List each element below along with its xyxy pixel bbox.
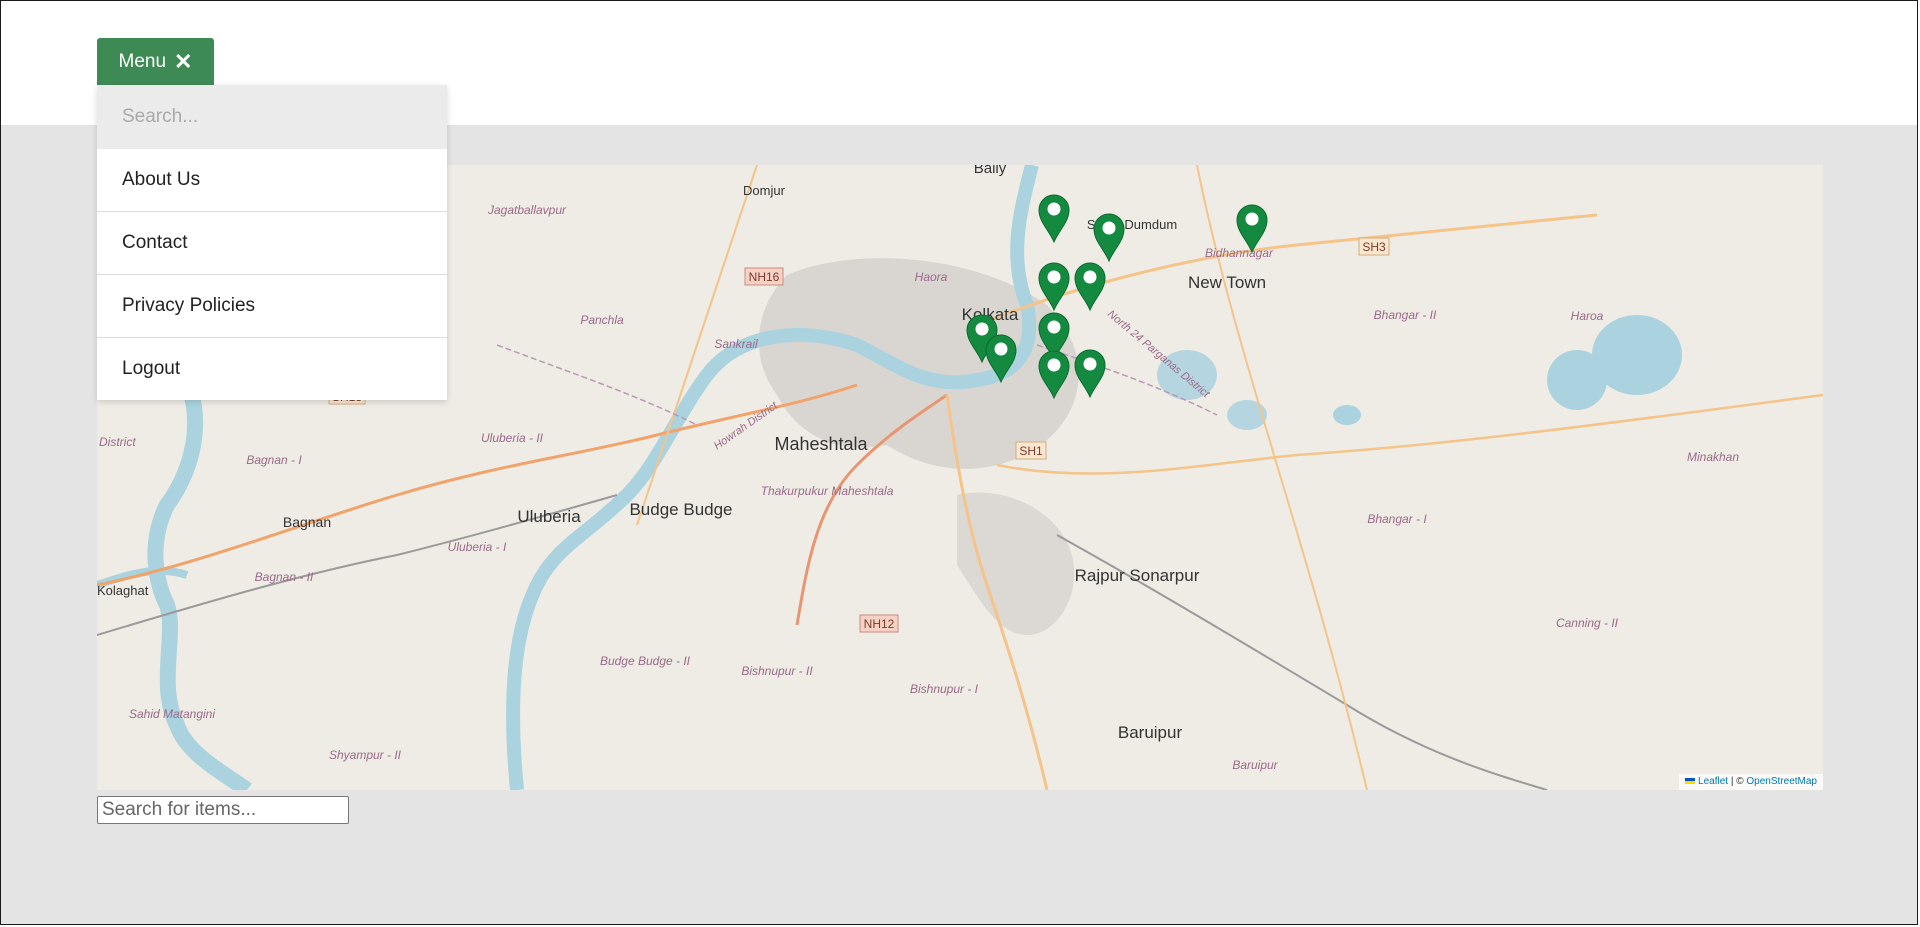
place-label-uluberia-ii: Uluberia - II [481, 431, 544, 445]
river-rupnarayan [147, 360, 252, 790]
lake [1547, 350, 1607, 410]
place-label-uluberia: Uluberia [517, 507, 581, 526]
openstreetmap-link[interactable]: OpenStreetMap [1746, 776, 1817, 787]
map-marker[interactable] [1074, 349, 1106, 399]
lake [1227, 400, 1267, 430]
map-marker[interactable] [1236, 204, 1268, 254]
urban-area-south [957, 492, 1075, 635]
place-label-new-town: New Town [1188, 273, 1266, 292]
road-shield-nh16: NH16 [744, 267, 784, 286]
menu-item-privacy-policies[interactable]: Privacy Policies [97, 275, 447, 338]
items-search-input[interactable] [97, 796, 349, 824]
road-nh16 [97, 383, 858, 587]
place-label-shyampur-ii: Shyampur - II [329, 748, 402, 762]
place-label-uluberia-i: Uluberia - I [448, 540, 507, 554]
map-marker[interactable] [1093, 213, 1125, 263]
place-label-panchla: Panchla [580, 313, 624, 327]
place-label-bagnan-i: Bagnan - I [246, 453, 302, 467]
place-label-bishnupur-ii: Bishnupur - II [741, 664, 813, 678]
menu-dropdown: About Us Contact Privacy Policies Logout [97, 85, 447, 400]
place-label-budge-budge-ii: Budge Budge - II [600, 654, 691, 668]
place-label-bagnan-ii: Bagnan - II [255, 570, 314, 584]
menu-button-label: Menu [118, 51, 167, 72]
svg-text:NH16: NH16 [749, 270, 780, 284]
place-label-haora: Haora [915, 270, 948, 284]
svg-text:SH3: SH3 [1362, 240, 1386, 254]
place-label-bishnupur-i: Bishnupur - I [910, 682, 979, 696]
place-label-bhangar-ii: Bhangar - II [1374, 308, 1437, 322]
menu-search-input[interactable] [97, 85, 447, 149]
place-label-minakhan: Minakhan [1687, 450, 1739, 464]
river-hooghly [506, 165, 1039, 790]
close-icon: ✕ [174, 49, 193, 74]
place-label-haroa: Haroa [1571, 309, 1604, 323]
place-label-district: District [99, 435, 136, 449]
place-label-baruipur-block: Baruipur [1232, 758, 1278, 772]
map-attribution: Leaflet | © OpenStreetMap [1679, 774, 1823, 790]
map-marker[interactable] [1038, 194, 1070, 244]
road-shield-sh3: SH3 [1358, 237, 1390, 256]
place-label-budge-budge: Budge Budge [629, 500, 732, 519]
place-label-sankrail: Sankrail [714, 337, 758, 351]
leaflet-link[interactable]: Leaflet [1698, 776, 1728, 787]
place-label-howrah-district: Howrah District [712, 399, 781, 452]
place-label-bagnan: Bagnan [283, 514, 331, 530]
road-shield-sh1: SH1 [1015, 441, 1047, 460]
svg-text:NH12: NH12 [864, 617, 895, 631]
menu-toggle-button[interactable]: Menu ✕ [97, 38, 214, 86]
attribution-separator: | © [1728, 776, 1747, 787]
menu-item-contact[interactable]: Contact [97, 212, 447, 275]
menu-item-about-us[interactable]: About Us [97, 149, 447, 212]
lake [1333, 405, 1361, 425]
map-marker[interactable] [1074, 262, 1106, 312]
place-label-bally: Bally [974, 165, 1007, 177]
place-label-bidhannagar: Bidhannagar [1205, 246, 1274, 260]
place-label-domjur: Domjur [743, 183, 786, 198]
road-sh3 [976, 213, 1598, 327]
place-label-canning-ii: Canning - II [1556, 616, 1619, 630]
district-boundary [496, 344, 698, 426]
place-label-kolaghat: Kolaghat [97, 583, 149, 598]
place-label-maheshtala: Maheshtala [774, 434, 868, 454]
road-shield-nh12: NH12 [859, 614, 899, 633]
place-label-bhangar-i: Bhangar - I [1367, 512, 1427, 526]
place-label-rajpur-sonarpur: Rajpur Sonarpur [1075, 566, 1200, 585]
place-label-sahid-matangini: Sahid Matangini [129, 707, 215, 721]
place-label-jagatballavpur: Jagatballavpur [487, 203, 567, 217]
ukraine-flag-icon [1685, 778, 1696, 785]
place-label-thakurpukur: Thakurpukur Maheshtala [761, 484, 894, 498]
svg-text:SH1: SH1 [1019, 444, 1043, 458]
menu-item-logout[interactable]: Logout [97, 338, 447, 400]
place-label-baruipur: Baruipur [1118, 723, 1183, 742]
